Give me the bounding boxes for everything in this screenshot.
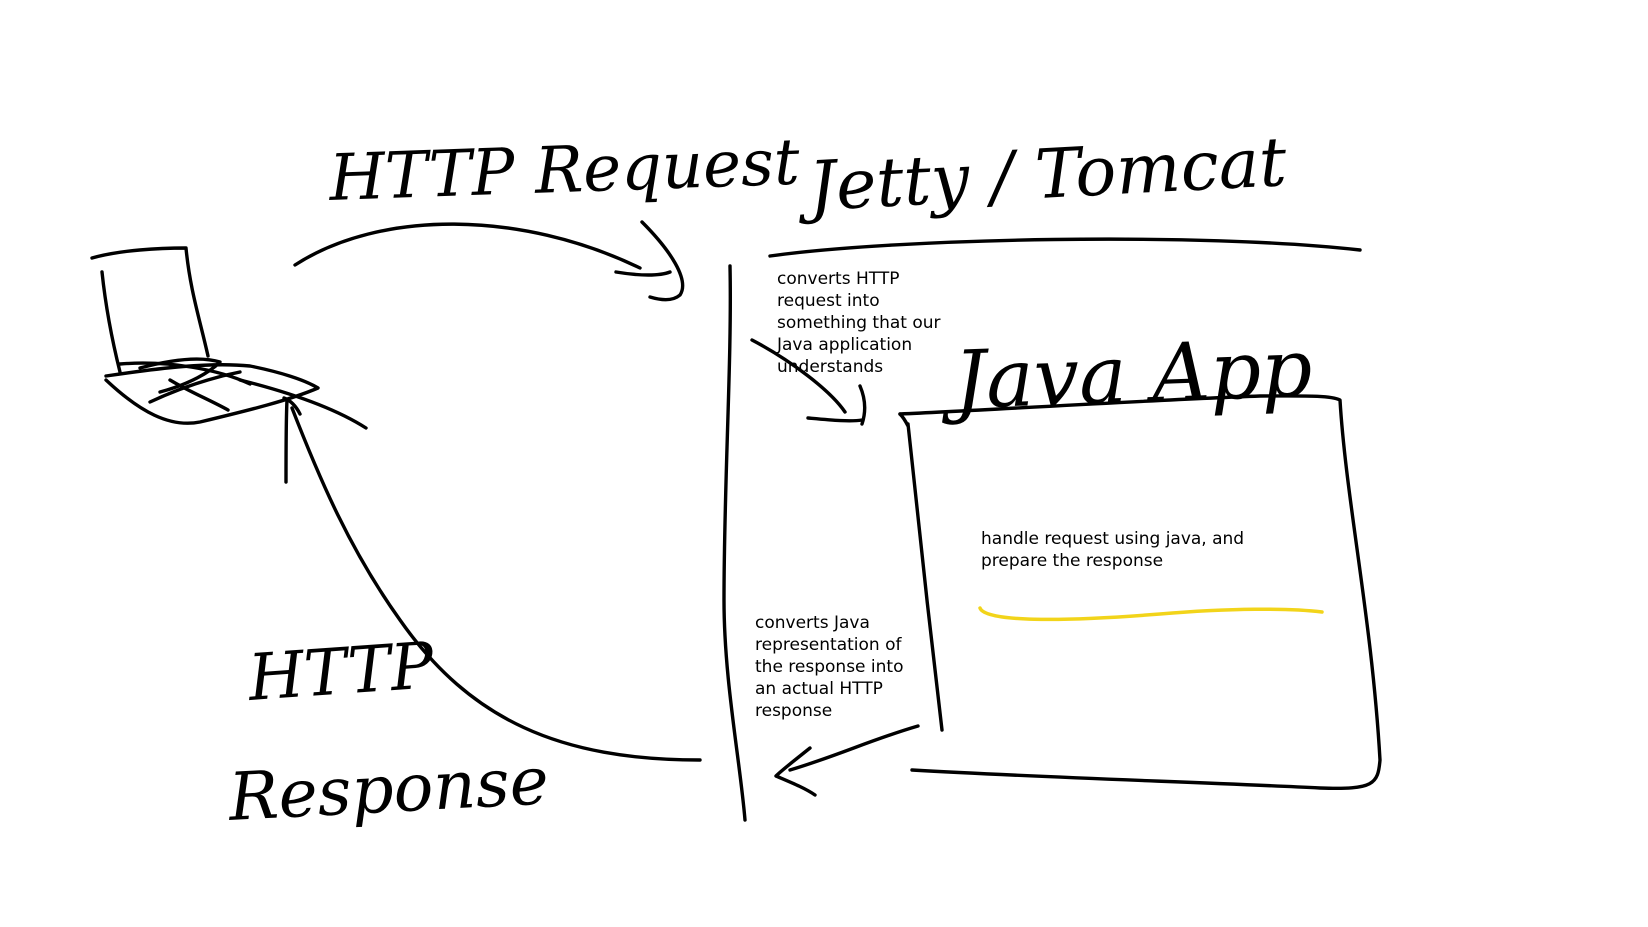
note-converts-response: converts Java representation of the resp… xyxy=(755,613,904,721)
java-app-box xyxy=(898,394,1382,791)
server-label: Jetty / Tomcat xyxy=(795,123,1289,228)
http-response-label-line2: Response xyxy=(226,742,551,836)
response-out-arrow xyxy=(774,724,920,797)
server-boundary-line xyxy=(722,264,747,822)
http-response-label-line1: HTTP xyxy=(245,629,437,716)
laptop-icon xyxy=(90,246,368,430)
note-converts-request: converts HTTP request into something tha… xyxy=(777,269,941,377)
sketch-layer: HTTP Request Jetty / Tomcat Java App HTT… xyxy=(90,123,1382,836)
request-arrow xyxy=(293,222,642,270)
http-request-label: HTTP Request xyxy=(327,126,801,216)
note-handle-request: handle request using java, and prepare t… xyxy=(981,529,1245,571)
highlight-stroke xyxy=(978,606,1324,622)
diagram-canvas: HTTP Request Jetty / Tomcat Java App HTT… xyxy=(0,0,1648,927)
server-underline xyxy=(768,237,1362,258)
java-app-label: Java App xyxy=(938,322,1313,428)
